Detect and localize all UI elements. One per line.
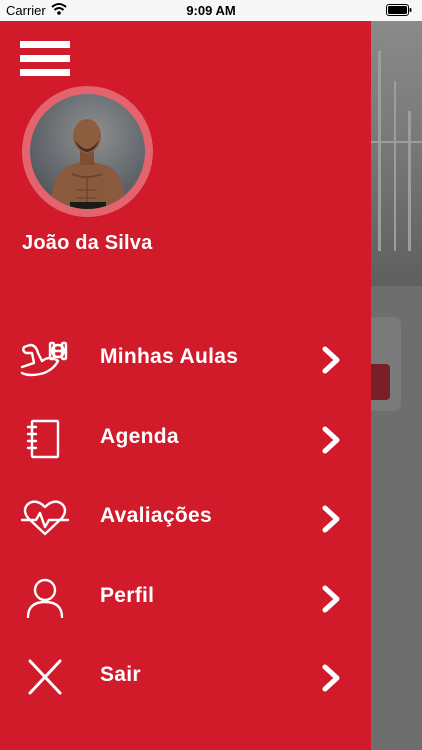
chevron-right-icon [320, 345, 342, 375]
chevron-right-icon [320, 425, 342, 455]
menu-item-perfil[interactable]: Perfil [0, 558, 371, 638]
chevron-right-icon [320, 584, 342, 614]
user-icon [20, 578, 70, 618]
menu-item-label: Avaliações [100, 504, 212, 527]
heart-pulse-icon [20, 498, 70, 538]
close-icon [20, 657, 70, 697]
status-bar: Carrier 9:09 AM [0, 0, 422, 21]
menu-item-label: Minhas Aulas [100, 345, 239, 368]
avatar-ring [22, 86, 153, 217]
battery-icon [386, 4, 412, 19]
muscle-dumbbell-icon [20, 339, 70, 379]
side-drawer: João da Silva Minhas Aulas Agenda Avalia… [0, 21, 371, 750]
chevron-right-icon [320, 663, 342, 693]
notebook-icon [20, 419, 70, 459]
status-time: 9:09 AM [186, 3, 236, 18]
menu-item-minhas-aulas[interactable]: Minhas Aulas [0, 319, 371, 399]
menu-item-agenda[interactable]: Agenda [0, 399, 371, 479]
user-name: João da Silva [22, 232, 153, 254]
background-gym-photo [370, 21, 422, 286]
menu-item-avaliacoes[interactable]: Avaliações [0, 478, 371, 558]
menu-item-sair[interactable]: Sair [0, 637, 371, 717]
menu-item-label: Agenda [100, 424, 179, 448]
avatar[interactable] [30, 94, 145, 209]
drawer-menu: Minhas Aulas Agenda Avaliações Perfil Sa… [0, 319, 371, 717]
hamburger-menu-icon[interactable] [20, 41, 70, 78]
menu-item-label: Sair [100, 663, 141, 686]
chevron-right-icon [320, 504, 342, 534]
menu-item-label: Perfil [100, 583, 155, 607]
